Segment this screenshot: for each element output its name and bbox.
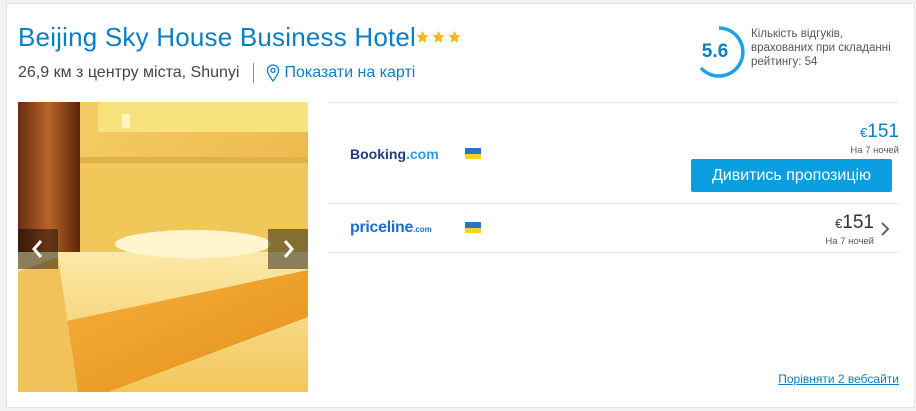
distance-text: 26,9 км з центру міста, Shunyi: [18, 64, 240, 81]
offer-divider: [328, 252, 899, 253]
hotel-photo-gallery[interactable]: [18, 102, 308, 392]
next-photo-button[interactable]: [268, 229, 308, 269]
ukraine-flag-icon: [465, 148, 481, 159]
booking-logo[interactable]: Booking.com: [350, 146, 439, 162]
chevron-right-icon: [283, 240, 294, 258]
compare-sites-link[interactable]: Порівняти 2 вебсайти: [778, 372, 899, 386]
offer-price[interactable]: €151: [860, 121, 899, 143]
price-amount: 151: [867, 121, 899, 142]
star-icon: [448, 30, 461, 43]
star-icon: [416, 30, 429, 43]
offer-divider: [328, 102, 899, 103]
map-pin-icon: [267, 64, 280, 82]
hotel-location-line: 26,9 км з центру міста, Shunyi Показати …: [18, 63, 415, 83]
hotel-name-link[interactable]: Beijing Sky House Business Hotel: [18, 22, 416, 53]
map-link-label: Показати на карті: [284, 64, 416, 81]
hotel-star-rating: [415, 30, 462, 44]
hotel-room-photo: [18, 102, 308, 392]
view-deal-button[interactable]: Дивитись пропозицію: [691, 159, 892, 192]
priceline-logo[interactable]: priceline.com: [350, 219, 432, 237]
rating-score: 5.6: [701, 41, 729, 62]
prev-photo-button[interactable]: [18, 229, 58, 269]
price-amount: 151: [842, 212, 874, 233]
star-icon: [432, 30, 445, 43]
provider-name: Booking: [350, 146, 406, 162]
offer-price[interactable]: €151: [835, 212, 874, 234]
ukraine-flag-icon: [465, 222, 481, 233]
chevron-left-icon: [32, 240, 43, 258]
nights-label: На 7 ночей: [850, 145, 899, 156]
provider-domain: .com: [406, 146, 439, 162]
offer-divider: [328, 203, 899, 204]
provider-name: priceline: [350, 219, 414, 236]
chevron-right-icon[interactable]: [880, 221, 890, 237]
show-on-map-link[interactable]: Показати на карті: [266, 64, 415, 82]
rating-description: Кількість відгуків, врахованих при склад…: [751, 28, 891, 68]
provider-domain: .com: [413, 225, 432, 234]
divider: [253, 63, 255, 83]
nights-label: На 7 ночей: [825, 236, 874, 247]
